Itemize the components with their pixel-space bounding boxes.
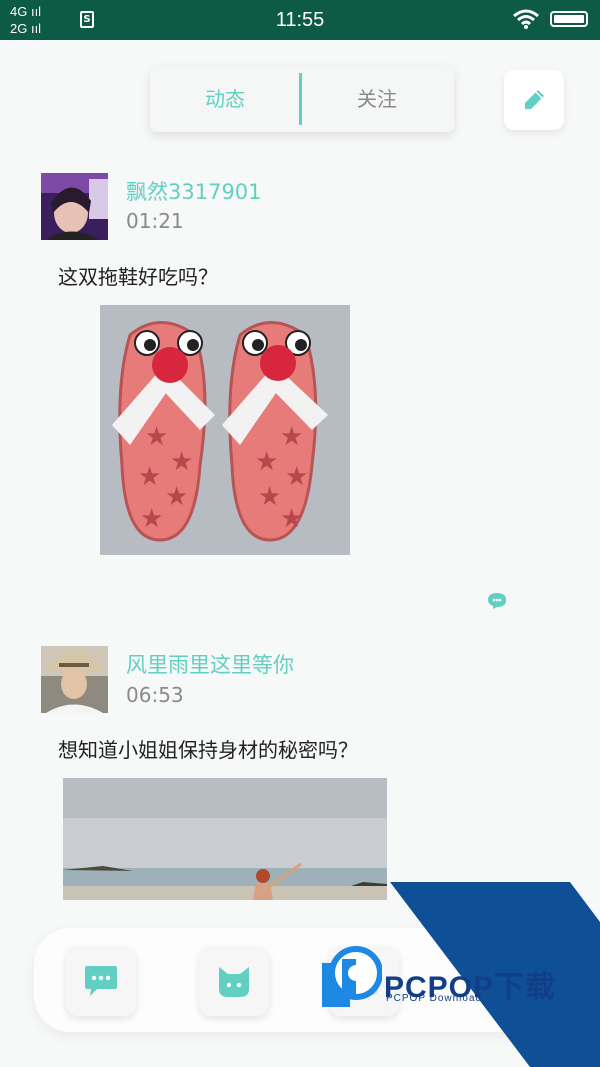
watermark-logo — [322, 946, 382, 1007]
beach-photo — [63, 778, 387, 900]
watermark-subtext: PCPOP Download — [386, 993, 483, 1004]
svg-text:★: ★ — [138, 462, 161, 492]
svg-text:★: ★ — [285, 462, 308, 492]
wifi-icon — [513, 9, 539, 29]
post-text[interactable]: 想知道小姐姐保持身材的秘密吗？ — [58, 734, 358, 763]
status-time: 11:55 — [275, 9, 325, 31]
feed-tabs: 动态 关注 — [150, 66, 454, 132]
compose-button[interactable] — [504, 70, 564, 130]
tab-dynamic[interactable]: 动态 — [150, 66, 300, 132]
status-bar: 4G ııl 2G ııl S 11:55 — [0, 0, 600, 40]
battery-icon — [550, 11, 588, 27]
tab-following[interactable]: 关注 — [302, 66, 452, 132]
nav-cat-button[interactable] — [199, 946, 269, 1016]
post-text[interactable]: 这双拖鞋好吃吗？ — [58, 261, 218, 290]
svg-text:★: ★ — [280, 422, 303, 452]
post-image[interactable]: ★ ★ ★ ★ ★ ★ ★ ★ ★ ★ — [100, 305, 350, 555]
post-username[interactable]: 风里雨里这里等你 — [126, 649, 294, 679]
avatar[interactable] — [41, 173, 108, 240]
cat-face-icon — [219, 967, 249, 997]
user-avatar-photo — [41, 646, 108, 713]
nav-messages-button[interactable] — [66, 946, 136, 1016]
svg-text:★: ★ — [255, 447, 278, 477]
watermelon-slippers-photo: ★ ★ ★ ★ ★ ★ ★ ★ ★ ★ — [100, 305, 350, 555]
user-avatar-photo — [41, 173, 108, 240]
post-time: 06:53 — [126, 683, 184, 707]
chat-bubble-icon — [85, 966, 117, 996]
avatar[interactable] — [41, 646, 108, 713]
pencil-icon — [525, 90, 544, 109]
svg-text:★: ★ — [145, 422, 168, 452]
post-time: 01:21 — [126, 209, 184, 233]
svg-text:★: ★ — [140, 504, 163, 534]
svg-text:★: ★ — [170, 447, 193, 477]
svg-text:★: ★ — [165, 482, 188, 512]
svg-text:★: ★ — [258, 482, 281, 512]
svg-text:★: ★ — [280, 504, 303, 534]
comment-icon[interactable] — [487, 592, 507, 610]
post-image[interactable] — [63, 778, 387, 900]
post-username[interactable]: 飘然3317901 — [126, 176, 262, 206]
